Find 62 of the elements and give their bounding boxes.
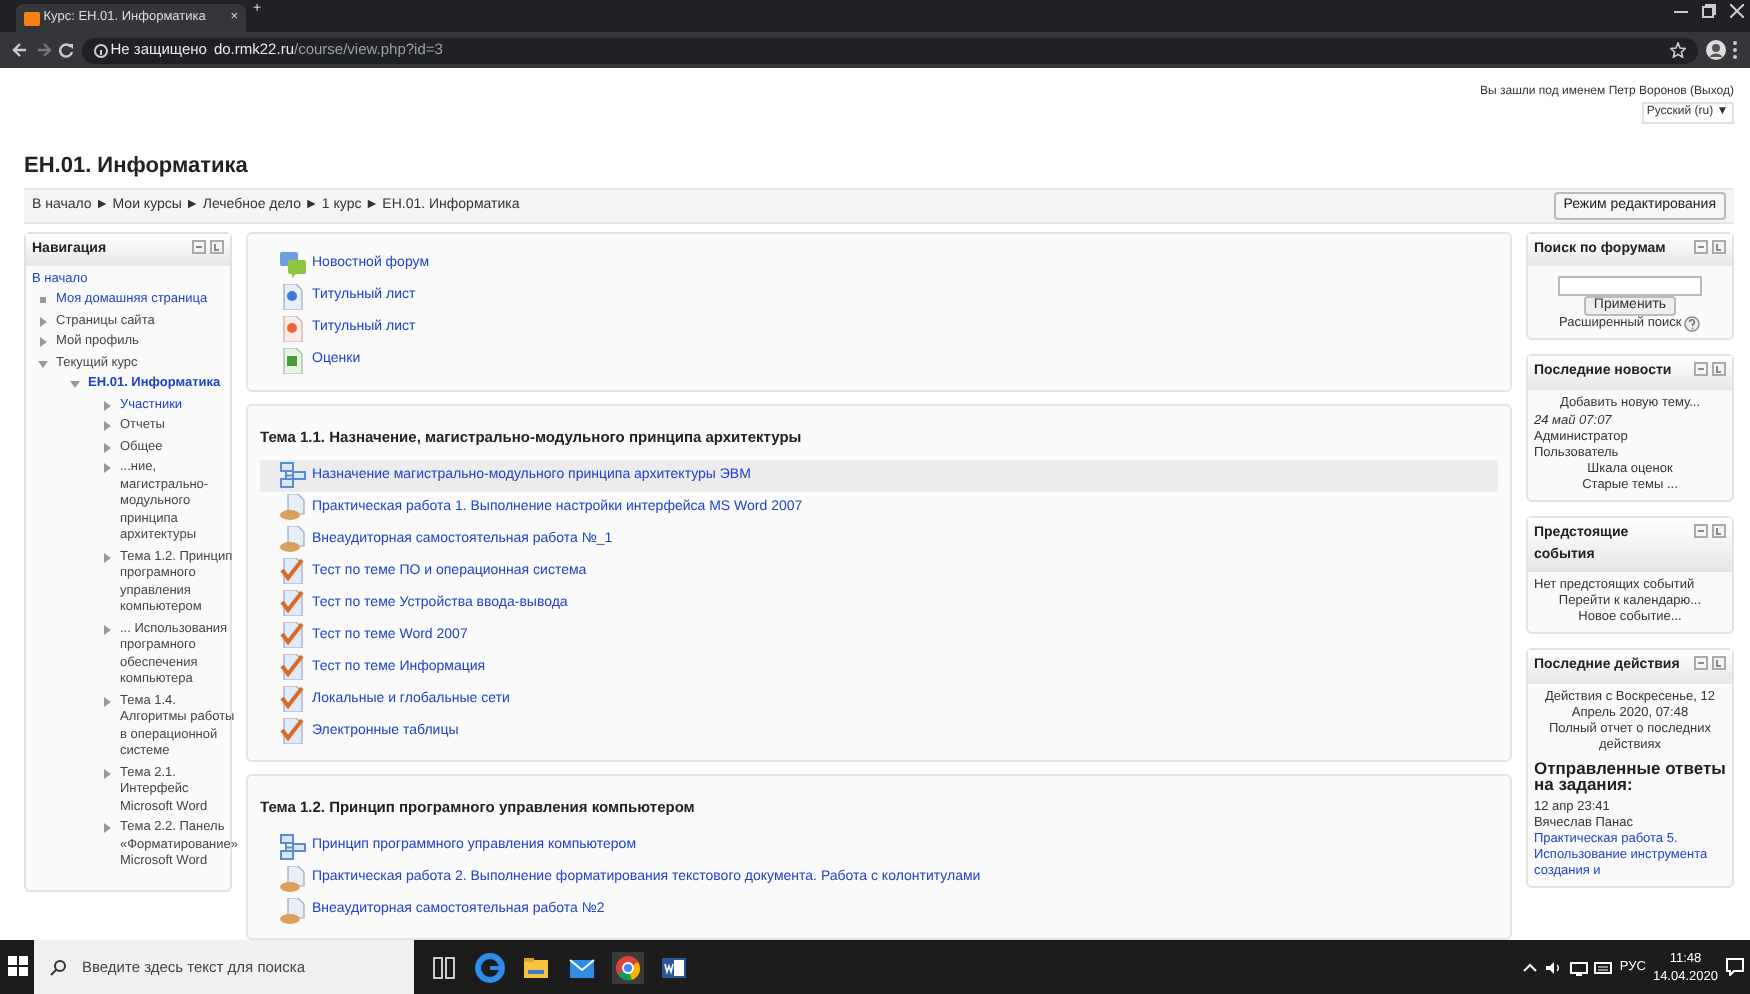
dock-icon[interactable] <box>1712 362 1726 376</box>
caret-right-icon[interactable] <box>102 441 112 453</box>
windows-start-icon[interactable] <box>7 955 27 976</box>
dock-icon[interactable] <box>1712 239 1726 253</box>
collapse-icon[interactable] <box>1694 362 1709 376</box>
caret-right-icon[interactable] <box>102 399 112 411</box>
close-icon[interactable] <box>1729 3 1743 18</box>
bullet-icon <box>38 294 48 306</box>
forum-icon <box>280 252 306 278</box>
speaker-icon[interactable] <box>1544 959 1563 975</box>
assignment-icon <box>280 897 306 923</box>
browser-icon[interactable] <box>474 951 506 983</box>
search-icon <box>50 960 66 976</box>
caret-right-icon[interactable] <box>102 623 112 635</box>
quiz-icon <box>280 718 306 745</box>
caret-up-icon[interactable] <box>1521 959 1538 975</box>
collapse-icon[interactable] <box>192 239 207 253</box>
dock-icon[interactable] <box>210 239 224 253</box>
profile-avatar-icon[interactable] <box>1705 40 1725 60</box>
collapse-icon[interactable] <box>1694 524 1709 539</box>
info-icon <box>93 43 107 57</box>
chrome-browser-icon[interactable] <box>612 951 644 983</box>
caret-right-icon[interactable] <box>102 420 112 432</box>
reload-icon[interactable] <box>58 42 74 58</box>
assignment-icon <box>280 865 306 891</box>
caret-right-icon[interactable] <box>102 695 112 707</box>
caret-down-icon[interactable] <box>70 378 80 390</box>
document-icon <box>280 284 306 310</box>
page-title: ЕН.01. Информатика <box>24 153 248 180</box>
menu-icon[interactable] <box>1732 40 1738 60</box>
notification-icon[interactable] <box>1725 958 1743 976</box>
keyboard-icon[interactable] <box>1594 959 1613 975</box>
quiz-icon <box>280 622 306 649</box>
restore-icon[interactable] <box>1701 3 1715 18</box>
star-icon[interactable] <box>1670 42 1686 58</box>
caret-right-icon[interactable] <box>102 462 112 474</box>
search-field[interactable] <box>1558 276 1702 296</box>
quiz-icon <box>280 558 306 585</box>
spreadsheet-icon <box>280 348 306 374</box>
block-heading: Отправленные ответы на задания: <box>1534 760 1726 793</box>
moodle-logo-icon <box>24 11 40 25</box>
folder-tree-icon <box>280 462 306 489</box>
folder-tree-icon <box>280 833 306 859</box>
dock-icon[interactable] <box>1712 656 1726 671</box>
caret-down-icon[interactable] <box>38 357 48 369</box>
dock-icon[interactable] <box>1712 524 1726 539</box>
task-view-icon[interactable] <box>428 951 460 983</box>
pdf-document-icon <box>280 316 306 342</box>
forward-icon[interactable] <box>35 42 51 58</box>
help-icon[interactable] <box>1684 316 1701 332</box>
caret-right-icon[interactable] <box>38 336 48 348</box>
quiz-icon <box>280 590 306 617</box>
assignment-icon <box>280 526 306 553</box>
back-icon[interactable] <box>12 42 28 58</box>
collapse-icon[interactable] <box>1694 239 1709 253</box>
caret-right-icon[interactable] <box>102 822 112 834</box>
collapse-icon[interactable] <box>1694 656 1709 671</box>
caret-right-icon[interactable] <box>38 315 48 327</box>
quiz-icon <box>280 654 306 681</box>
caret-right-icon[interactable] <box>102 767 112 779</box>
quiz-icon <box>280 686 306 713</box>
caret-right-icon[interactable] <box>102 551 112 563</box>
